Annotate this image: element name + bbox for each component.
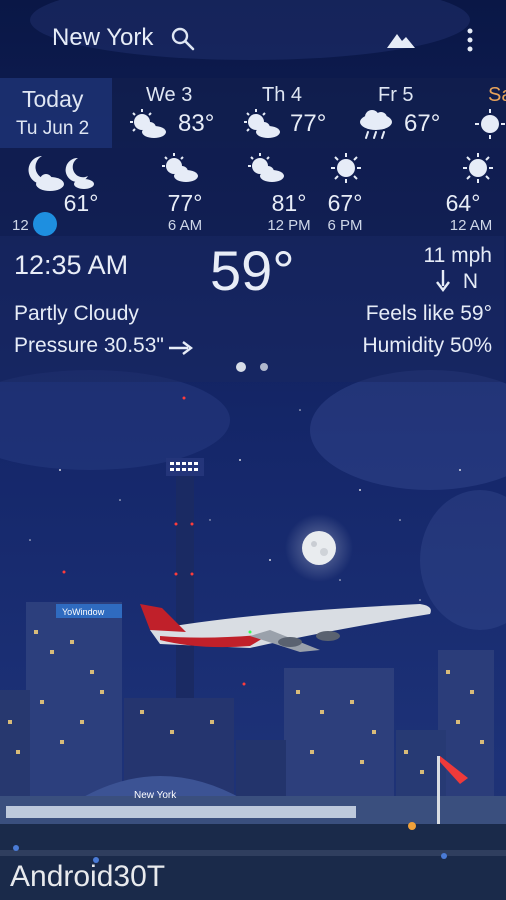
- humidity: Humidity 50%: [362, 334, 492, 357]
- station-sign: New York: [134, 790, 177, 801]
- day-temp: 67°: [404, 110, 441, 137]
- more-vert-icon[interactable]: [462, 26, 478, 54]
- partly-sunny-icon: [130, 109, 166, 138]
- watermark-text: Android30T: [10, 860, 166, 893]
- search-icon[interactable]: [170, 26, 196, 52]
- billboard-text: YoWindow: [62, 607, 105, 617]
- wind-direction-arrow-icon: [436, 270, 450, 292]
- top-app-bar: New York: [0, 0, 506, 78]
- page-indicator-dot-active: [236, 362, 246, 372]
- day-th4[interactable]: Th 4 77°: [232, 78, 344, 148]
- wind-direction: N: [462, 270, 478, 293]
- day-label: We 3: [146, 84, 193, 106]
- hour-item: 77° 6 AM: [140, 148, 230, 236]
- timeline-scrubber-handle[interactable]: [33, 212, 57, 236]
- sun-icon: [475, 109, 505, 139]
- day-today[interactable]: Today Tu Jun 2: [0, 78, 112, 148]
- hour-time: 12 AM: [449, 217, 493, 234]
- hour-temp: 64°: [445, 190, 481, 216]
- hour-temp: 77°: [167, 190, 203, 216]
- day-label: Th 4: [262, 84, 303, 106]
- feels-like: Feels like 59°: [365, 302, 492, 325]
- current-time: 12:35 AM: [14, 250, 129, 280]
- pressure-trend-arrow-icon: [169, 341, 193, 355]
- hour-item: 67° 6 PM: [327, 148, 420, 236]
- daily-forecast-strip: Today Tu Jun 2 We 3 83° Th 4 77° Fr 5 67…: [0, 78, 506, 148]
- wind-speed: 11 mph: [423, 244, 493, 267]
- day-temp: 83°: [178, 110, 215, 137]
- hour-temp: 67°: [327, 190, 363, 216]
- sun-icon: [331, 153, 361, 183]
- current-temperature: 59°: [210, 239, 295, 302]
- hour-time: 6 AM: [167, 217, 203, 234]
- day-we3[interactable]: We 3 83°: [118, 78, 230, 148]
- day-label: Sa: [488, 84, 506, 106]
- landscape-icon[interactable]: [386, 28, 416, 50]
- location-title[interactable]: New York: [52, 24, 153, 52]
- pressure: Pressure 30.53": [14, 334, 164, 357]
- sun-icon: [463, 153, 493, 183]
- day-fr5[interactable]: Fr 5 67°: [352, 78, 464, 148]
- day-sa[interactable]: Sa: [470, 78, 506, 148]
- partly-sunny-icon: [162, 153, 198, 182]
- day-date: Tu Jun 2: [16, 118, 90, 139]
- timeline-now-label: 12: [12, 217, 29, 234]
- page-indicator-dot: [260, 363, 268, 371]
- day-label: Fr 5: [378, 84, 414, 106]
- condition-text: Partly Cloudy: [14, 302, 139, 325]
- hourly-forecast[interactable]: 61° 77° 6 AM 81° 12 PM 67° 6 PM 64° 12 A…: [0, 148, 506, 236]
- current-conditions-panel[interactable]: 12:35 AM 59° 11 mph N Partly Cloudy Feel…: [0, 236, 504, 382]
- partly-sunny-icon: [248, 153, 284, 182]
- rain-cloud-icon: [360, 110, 392, 139]
- partly-sunny-icon: [244, 109, 280, 138]
- hour-item: 64° 12 AM: [426, 148, 506, 236]
- hour-time: 6 PM: [327, 217, 363, 234]
- day-temp: 77°: [290, 110, 327, 137]
- day-label: Today: [22, 86, 84, 112]
